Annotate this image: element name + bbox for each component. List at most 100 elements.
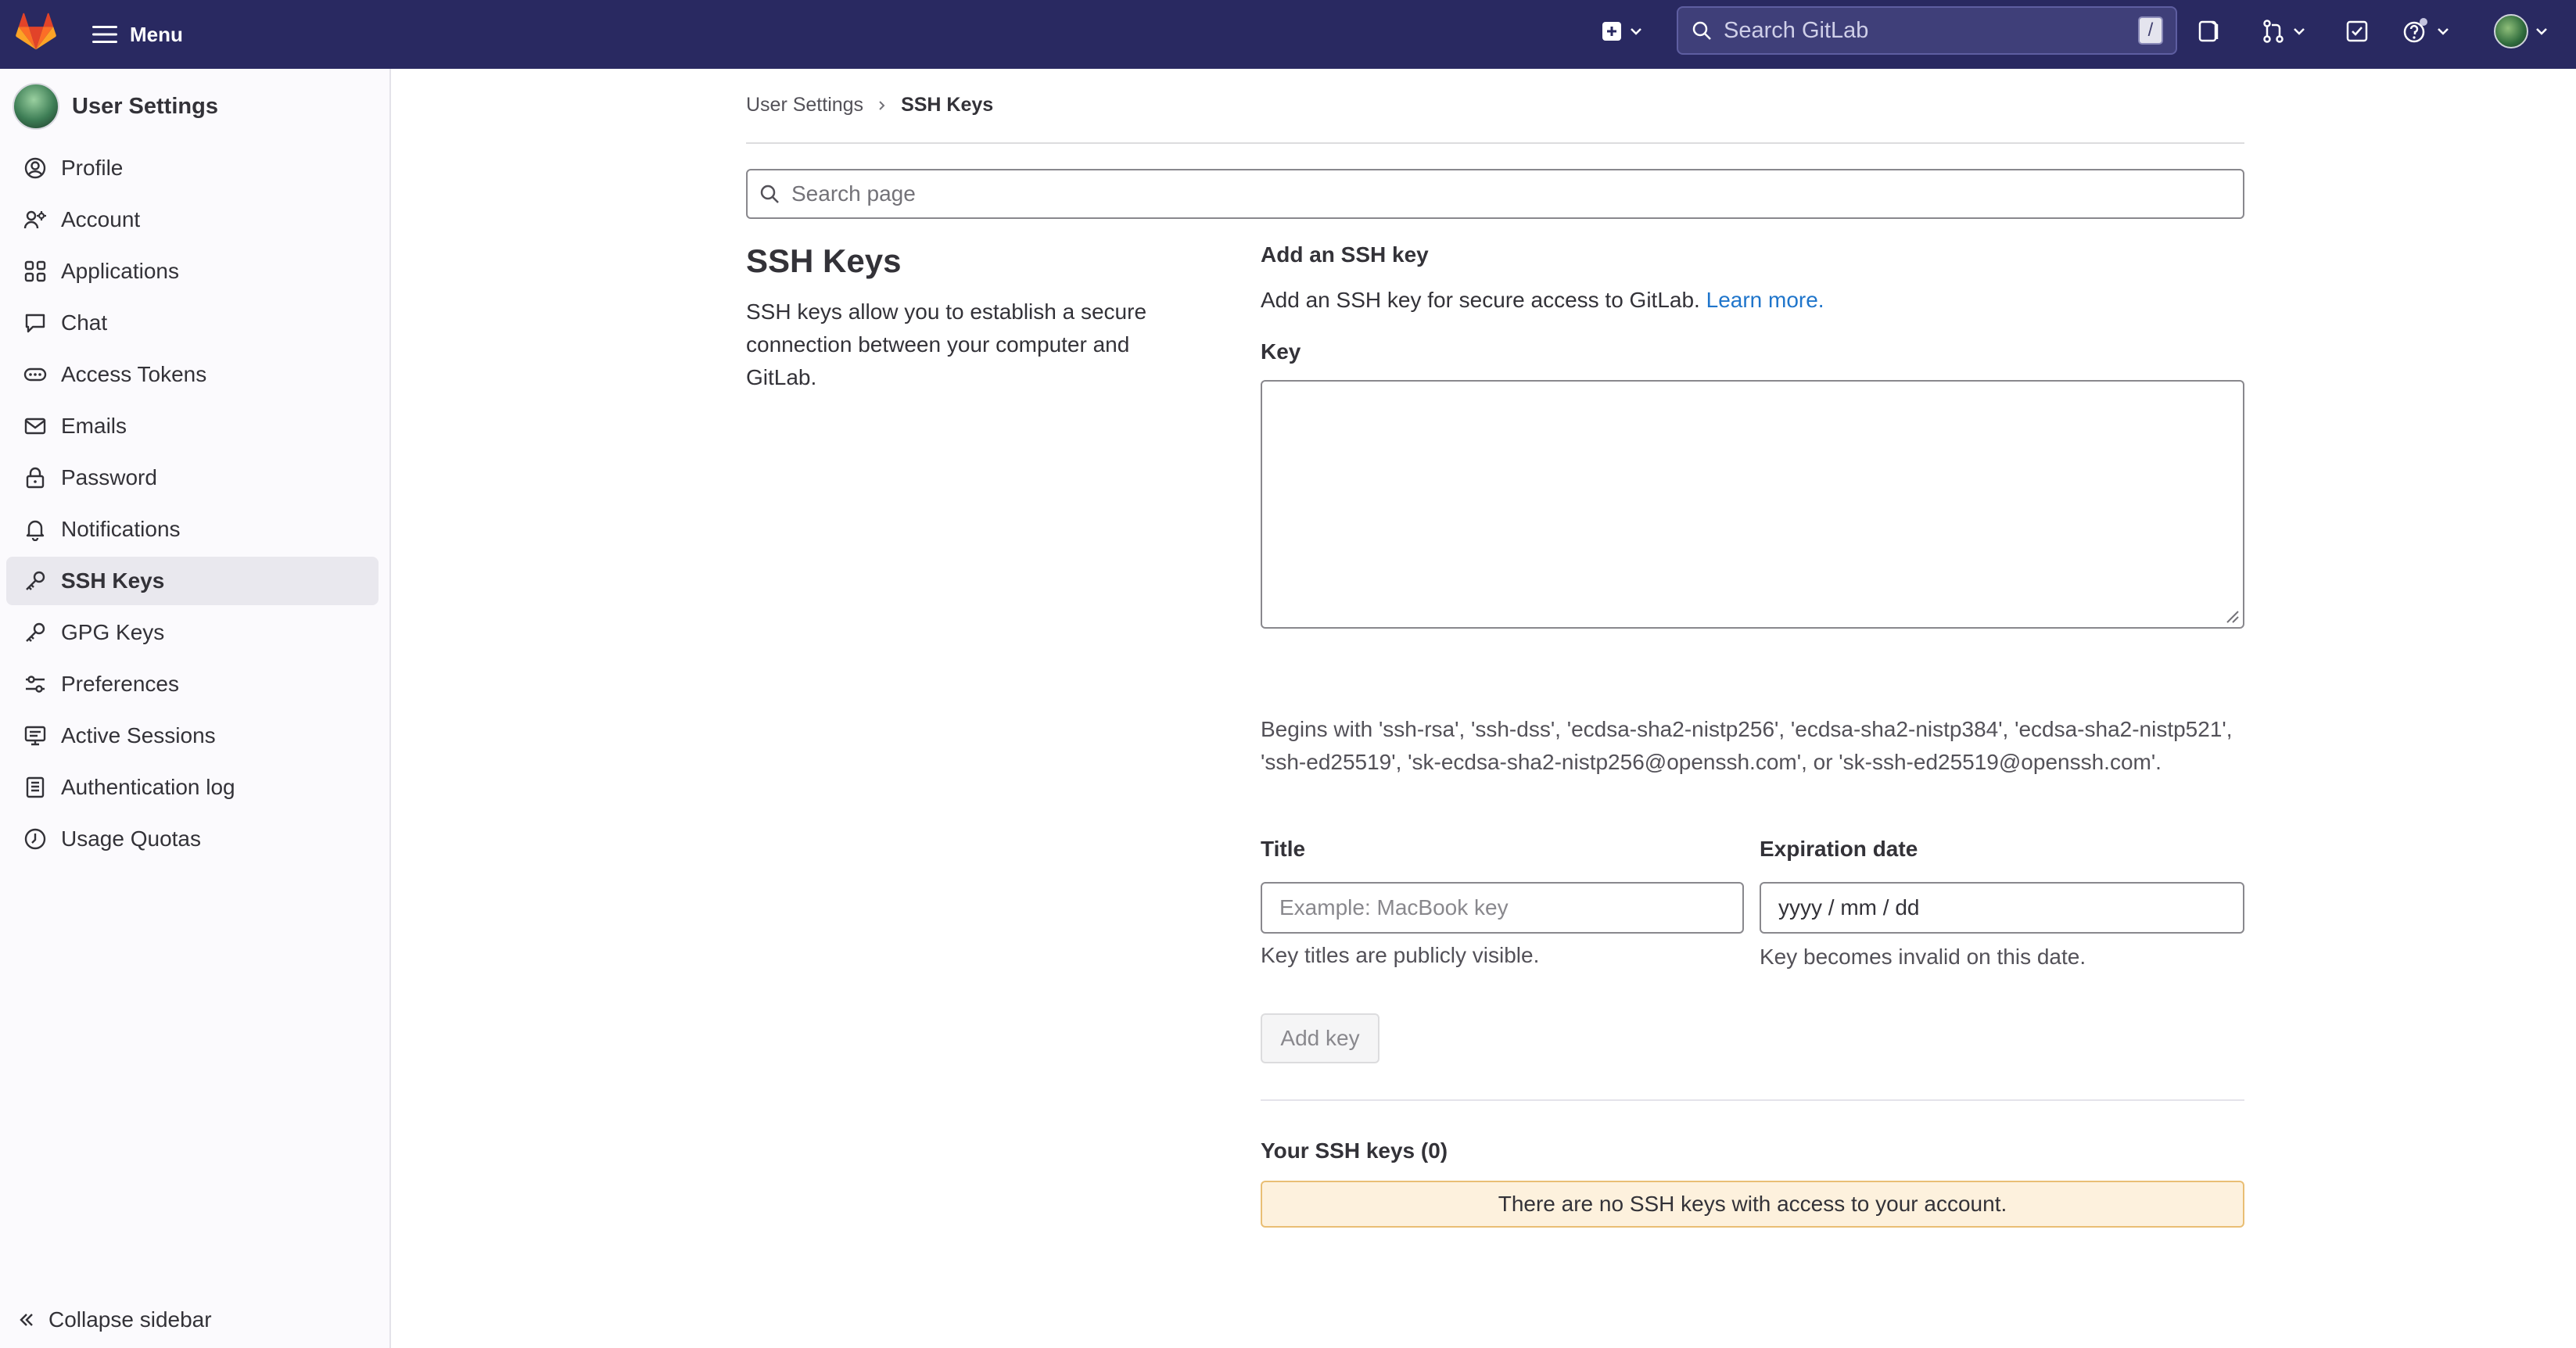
sidebar-item-label: Applications bbox=[61, 259, 179, 283]
key-textarea[interactable] bbox=[1261, 380, 2244, 629]
page-title: SSH Keys bbox=[746, 242, 902, 279]
todo-button[interactable] bbox=[2340, 11, 2374, 52]
sidebar-item-label: Usage Quotas bbox=[61, 826, 201, 851]
sidebar-item-preferences[interactable]: Preferences bbox=[6, 660, 379, 708]
sidebar-item-label: Profile bbox=[61, 156, 124, 180]
sidebar-title: User Settings bbox=[72, 93, 218, 119]
sidebar-item-gpg-keys[interactable]: GPG Keys bbox=[6, 608, 379, 657]
divider bbox=[746, 142, 2244, 144]
sidebar-item-label: Chat bbox=[61, 310, 108, 335]
applications-icon bbox=[23, 260, 47, 283]
mail-icon bbox=[23, 414, 47, 438]
collapse-sidebar-button[interactable]: Collapse sidebar bbox=[17, 1307, 212, 1332]
search-shortcut-key: / bbox=[2138, 16, 2163, 45]
sidebar-item-emails[interactable]: Emails bbox=[6, 402, 379, 450]
sidebar-item-active-sessions[interactable]: Active Sessions bbox=[6, 712, 379, 760]
issues-button[interactable] bbox=[2191, 11, 2226, 52]
log-icon bbox=[23, 776, 47, 799]
page-description: SSH keys allow you to establish a secure… bbox=[746, 299, 1147, 389]
menu-button[interactable]: Menu bbox=[88, 14, 188, 55]
breadcrumb-current[interactable]: SSH Keys bbox=[901, 94, 993, 117]
account-icon bbox=[23, 208, 47, 231]
resize-handle-icon[interactable] bbox=[2223, 607, 2240, 624]
profile-icon bbox=[23, 156, 47, 180]
settings-sidebar: User Settings Profile Account Applicatio… bbox=[0, 69, 391, 1348]
plus-square-icon bbox=[1601, 20, 1623, 42]
breadcrumb: User Settings SSH Keys bbox=[746, 94, 993, 117]
user-menu-button[interactable] bbox=[2487, 11, 2556, 52]
sidebar-item-label: Authentication log bbox=[61, 775, 235, 799]
key-label: Key bbox=[1261, 339, 1301, 364]
collapse-sidebar-label: Collapse sidebar bbox=[48, 1307, 212, 1332]
user-avatar bbox=[13, 83, 59, 130]
help-icon bbox=[2402, 17, 2430, 45]
search-icon bbox=[759, 183, 780, 205]
monitor-icon bbox=[23, 724, 47, 747]
global-search[interactable]: / bbox=[1677, 6, 2177, 55]
sidebar-item-label: SSH Keys bbox=[61, 568, 165, 593]
sidebar-header[interactable]: User Settings bbox=[13, 83, 218, 130]
token-icon bbox=[23, 363, 47, 386]
help-button[interactable] bbox=[2393, 11, 2459, 52]
expiration-date-input[interactable]: yyyy / mm / dd bbox=[1760, 882, 2244, 934]
sidebar-item-authentication-log[interactable]: Authentication log bbox=[6, 763, 379, 812]
sidebar-item-applications[interactable]: Applications bbox=[6, 247, 379, 296]
quota-icon bbox=[23, 827, 47, 851]
merge-requests-button[interactable] bbox=[2252, 11, 2315, 52]
no-keys-alert: There are no SSH keys with access to you… bbox=[1261, 1181, 2244, 1228]
no-keys-message: There are no SSH keys with access to you… bbox=[1498, 1192, 2007, 1216]
menu-label: Menu bbox=[130, 22, 183, 46]
expiration-label: Expiration date bbox=[1760, 837, 1918, 861]
title-input[interactable] bbox=[1261, 882, 1744, 934]
sidebar-item-label: GPG Keys bbox=[61, 620, 165, 644]
page-search[interactable] bbox=[746, 169, 2244, 219]
expiration-help-text: Key becomes invalid on this date. bbox=[1760, 945, 2086, 969]
chevron-down-icon bbox=[2535, 24, 2549, 38]
gitlab-logo[interactable] bbox=[14, 9, 58, 53]
learn-more-link[interactable]: Learn more. bbox=[1706, 288, 1824, 312]
sidebar-item-label: Preferences bbox=[61, 672, 179, 696]
double-chevron-left-icon bbox=[17, 1310, 36, 1329]
hamburger-icon bbox=[92, 24, 117, 45]
sidebar-nav: Profile Account Applications Chat Access… bbox=[6, 144, 379, 866]
user-avatar bbox=[2494, 14, 2528, 48]
create-new-button[interactable] bbox=[1592, 11, 1652, 52]
top-navbar: Menu / bbox=[0, 0, 2576, 69]
preferences-icon bbox=[23, 672, 47, 696]
sidebar-item-label: Access Tokens bbox=[61, 362, 207, 386]
sidebar-item-access-tokens[interactable]: Access Tokens bbox=[6, 350, 379, 399]
search-icon bbox=[1691, 20, 1713, 41]
issues-icon bbox=[2196, 19, 2221, 44]
sidebar-item-account[interactable]: Account bbox=[6, 195, 379, 244]
add-key-heading: Add an SSH key bbox=[1261, 242, 1429, 267]
page-search-input[interactable] bbox=[790, 181, 2232, 207]
add-key-description-text: Add an SSH key for secure access to GitL… bbox=[1261, 288, 1700, 312]
your-keys-heading: Your SSH keys (0) bbox=[1261, 1138, 1448, 1163]
breadcrumb-user-settings[interactable]: User Settings bbox=[746, 94, 863, 117]
sidebar-item-password[interactable]: Password bbox=[6, 454, 379, 502]
bell-icon bbox=[23, 518, 47, 541]
global-search-input[interactable] bbox=[1722, 16, 2129, 45]
chevron-down-icon bbox=[2292, 24, 2306, 38]
sidebar-item-label: Password bbox=[61, 465, 157, 489]
lock-icon bbox=[23, 466, 47, 489]
expiration-date-value: yyyy / mm / dd bbox=[1778, 895, 1920, 920]
title-label: Title bbox=[1261, 837, 1306, 861]
sidebar-item-usage-quotas[interactable]: Usage Quotas bbox=[6, 815, 379, 863]
key-format-hint: Begins with 'ssh-rsa', 'ssh-dss', 'ecdsa… bbox=[1261, 717, 2233, 774]
sidebar-item-label: Emails bbox=[61, 414, 127, 438]
sidebar-item-notifications[interactable]: Notifications bbox=[6, 505, 379, 554]
chevron-down-icon bbox=[1629, 24, 1643, 38]
todo-icon bbox=[2345, 19, 2370, 44]
add-key-button[interactable]: Add key bbox=[1261, 1013, 1379, 1063]
sidebar-item-profile[interactable]: Profile bbox=[6, 144, 379, 192]
key-icon bbox=[23, 569, 47, 593]
sidebar-item-chat[interactable]: Chat bbox=[6, 299, 379, 347]
sidebar-item-label: Active Sessions bbox=[61, 723, 216, 747]
sidebar-item-label: Notifications bbox=[61, 517, 181, 541]
chevron-right-icon bbox=[876, 99, 888, 112]
sidebar-item-label: Account bbox=[61, 207, 141, 231]
merge-request-icon bbox=[2261, 19, 2286, 44]
sidebar-item-ssh-keys[interactable]: SSH Keys bbox=[6, 557, 379, 605]
key-icon bbox=[23, 621, 47, 644]
